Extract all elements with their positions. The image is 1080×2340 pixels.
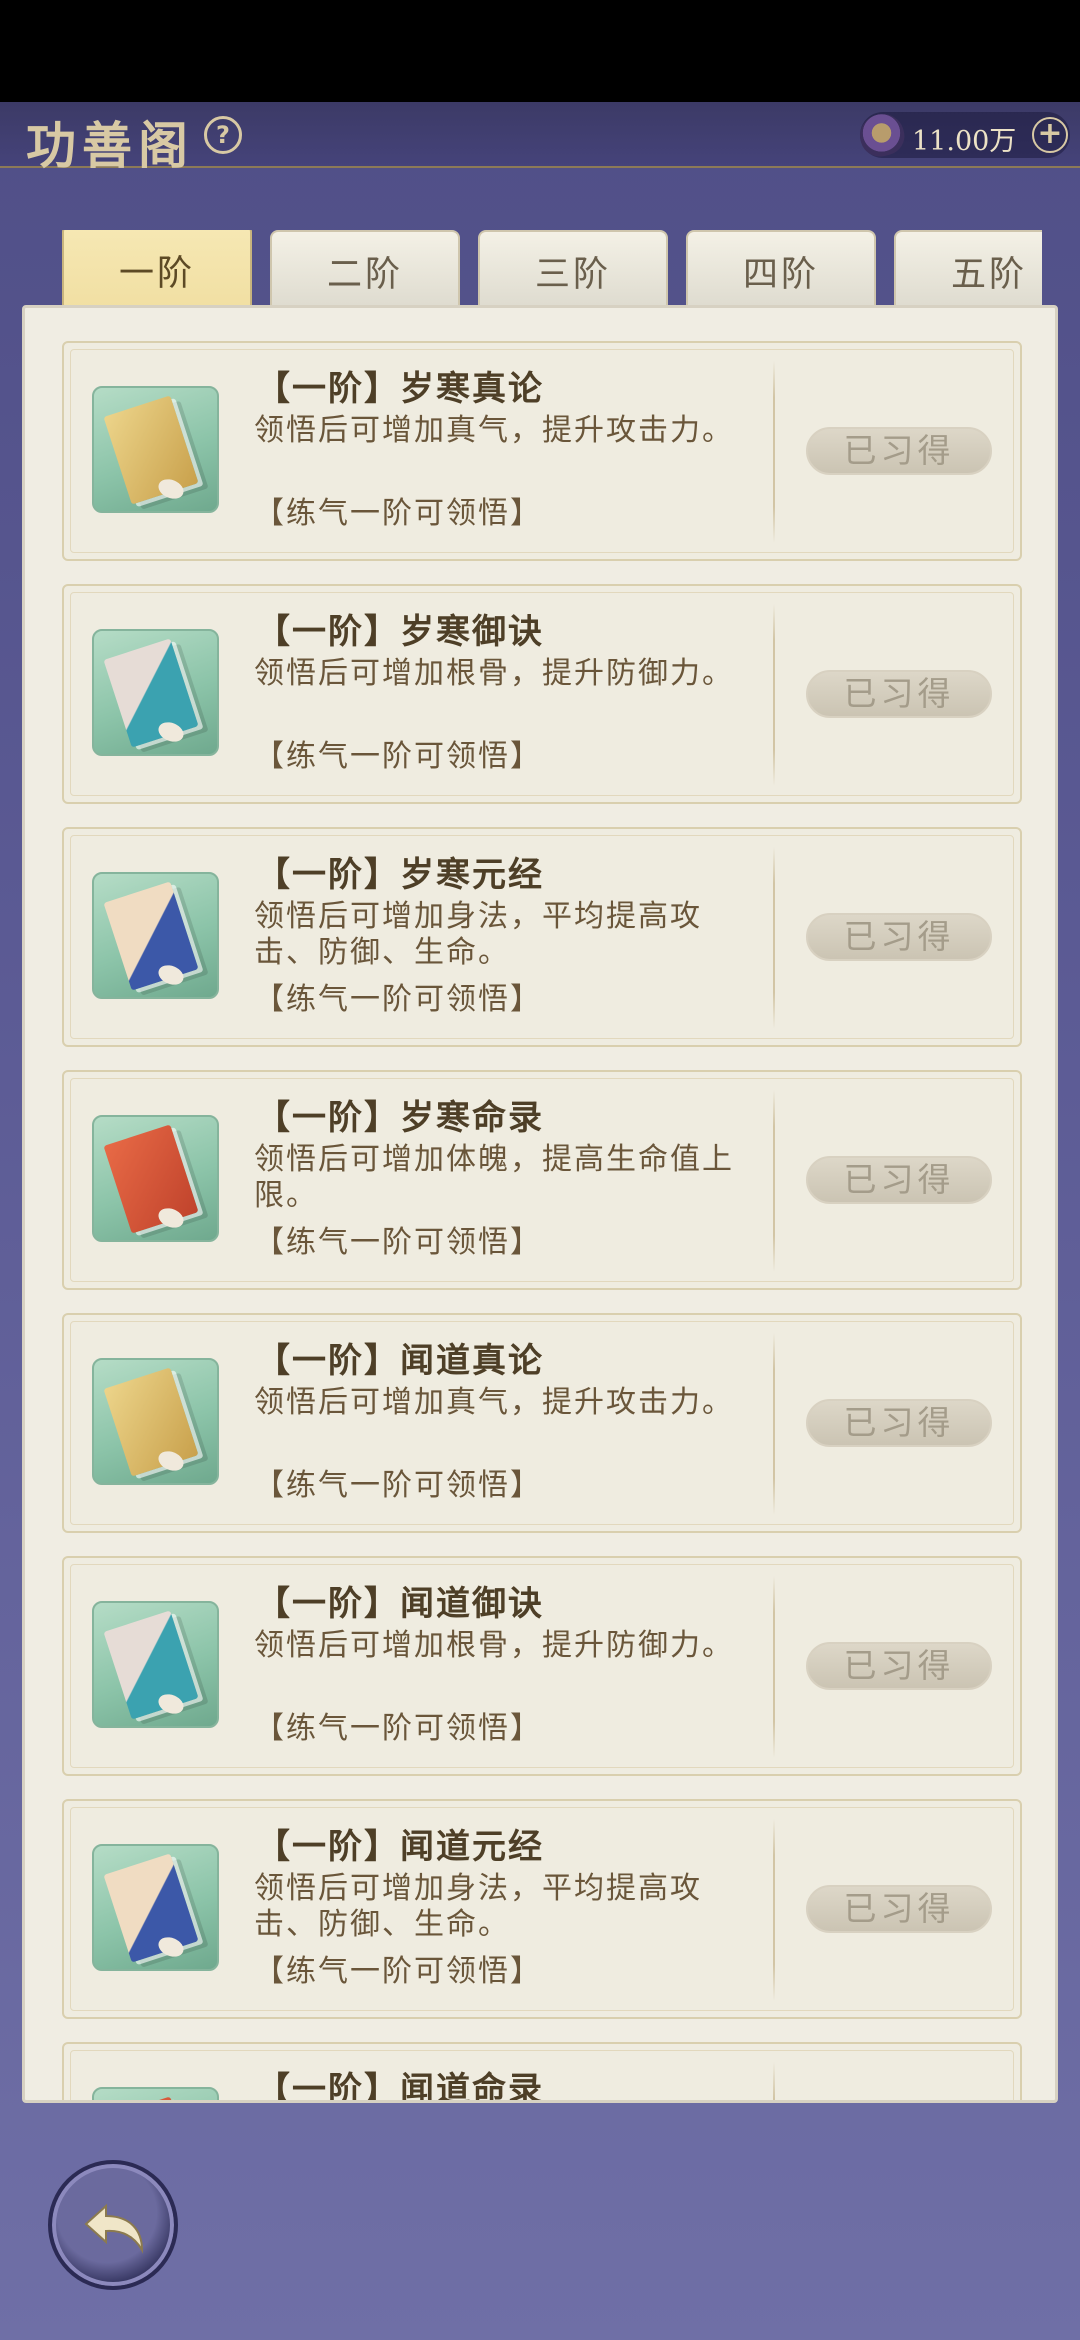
learned-button[interactable]: 已习得: [806, 1399, 992, 1447]
status-bar: [0, 0, 1080, 102]
item-requirement: 【练气一阶可领悟】: [254, 1468, 542, 1503]
list-item[interactable]: 【一阶】闻道真论 领悟后可增加真气，提升攻击力。 【练气一阶可领悟】 已习得: [62, 1313, 1022, 1533]
item-description: 领悟后可增加身法，平均提高攻击、防御、生命。: [254, 1871, 702, 1942]
back-button[interactable]: [48, 2160, 178, 2290]
divider: [773, 604, 775, 786]
title-bar: 功善阁 ? 11.00万 +: [0, 102, 1080, 175]
divider: [773, 361, 775, 543]
blue-book-icon: [92, 872, 219, 999]
item-name: 【一阶】岁寒真论: [256, 369, 544, 409]
item-description: 领悟后可增加真气，提升攻击力。: [254, 1385, 734, 1420]
divider: [773, 1576, 775, 1758]
item-requirement: 【练气一阶可领悟】: [254, 1225, 542, 1260]
tab-tier-2[interactable]: 二阶: [270, 230, 460, 308]
item-requirement: 【练气一阶可领悟】: [254, 739, 542, 774]
gold-book-icon: [92, 1358, 219, 1485]
red-book-icon: [92, 2087, 219, 2100]
currency-display: 11.00万 +: [855, 109, 1070, 161]
help-icon[interactable]: ?: [204, 116, 242, 154]
learned-button[interactable]: 已习得: [806, 1156, 992, 1204]
back-arrow-icon: [84, 2203, 144, 2254]
item-description: 领悟后可增加真气，提升攻击力。: [254, 413, 734, 448]
currency-value: 11.00万: [912, 126, 1017, 157]
list-item[interactable]: 【一阶】岁寒命录 领悟后可增加体魄，提高生命值上限。 【练气一阶可领悟】 已习得: [62, 1070, 1022, 1290]
item-description: 领悟后可增加体魄，提高生命值上限。: [254, 1142, 734, 1213]
blue-book-icon: [92, 1844, 219, 1971]
gold-book-icon: [92, 386, 219, 513]
spirit-stone-icon: [855, 109, 909, 161]
tab-tier-1[interactable]: 一阶: [62, 230, 252, 310]
tier-tabs: 一阶 二阶 三阶 四阶 五阶: [62, 230, 1042, 310]
item-name: 【一阶】闻道命录: [256, 2070, 544, 2103]
list-item[interactable]: 【一阶】闻道御诀 领悟后可增加根骨，提升防御力。 【练气一阶可领悟】 已习得: [62, 1556, 1022, 1776]
learned-button[interactable]: 已习得: [806, 913, 992, 961]
list-item[interactable]: 【一阶】闻道元经 领悟后可增加身法，平均提高攻击、防御、生命。 【练气一阶可领悟…: [62, 1799, 1022, 2019]
divider: [773, 1819, 775, 2001]
learned-button[interactable]: 已习得: [806, 1642, 992, 1690]
item-requirement: 【练气一阶可领悟】: [254, 982, 542, 1017]
divider: [773, 1090, 775, 1272]
divider: [773, 2062, 775, 2100]
item-description: 领悟后可增加根骨，提升防御力。: [254, 1628, 734, 1663]
item-description: 领悟后可增加根骨，提升防御力。: [254, 656, 734, 691]
item-requirement: 【练气一阶可领悟】: [254, 1954, 542, 1989]
item-name: 【一阶】岁寒御诀: [256, 612, 544, 652]
list-item[interactable]: 【一阶】岁寒御诀 领悟后可增加根骨，提升防御力。 【练气一阶可领悟】 已习得: [62, 584, 1022, 804]
learned-button[interactable]: 已习得: [806, 1885, 992, 1933]
page-title: 功善阁: [26, 116, 194, 175]
list-item[interactable]: 【一阶】岁寒真论 领悟后可增加真气，提升攻击力。 【练气一阶可领悟】 已习得: [62, 341, 1022, 561]
learned-button[interactable]: 已习得: [806, 427, 992, 475]
item-name: 【一阶】岁寒元经: [256, 855, 544, 895]
teal-book-icon: [92, 629, 219, 756]
teal-book-icon: [92, 1601, 219, 1728]
divider: [773, 1333, 775, 1515]
list-item[interactable]: 【一阶】闻道命录: [62, 2042, 1022, 2103]
red-book-icon: [92, 1115, 219, 1242]
tab-tier-4[interactable]: 四阶: [686, 230, 876, 308]
technique-list[interactable]: 【一阶】岁寒真论 领悟后可增加真气，提升攻击力。 【练气一阶可领悟】 已习得 【…: [22, 305, 1058, 2103]
item-name: 【一阶】闻道真论: [256, 1341, 544, 1381]
item-name: 【一阶】闻道御诀: [256, 1584, 544, 1624]
item-description: 领悟后可增加身法，平均提高攻击、防御、生命。: [254, 899, 702, 970]
add-currency-button[interactable]: +: [1032, 117, 1068, 153]
learned-button[interactable]: 已习得: [806, 670, 992, 718]
list-item[interactable]: 【一阶】岁寒元经 领悟后可增加身法，平均提高攻击、防御、生命。 【练气一阶可领悟…: [62, 827, 1022, 1047]
item-requirement: 【练气一阶可领悟】: [254, 496, 542, 531]
tab-tier-3[interactable]: 三阶: [478, 230, 668, 308]
item-name: 【一阶】闻道元经: [256, 1827, 544, 1867]
item-name: 【一阶】岁寒命录: [256, 1098, 544, 1138]
tab-tier-5[interactable]: 五阶: [894, 230, 1042, 308]
item-requirement: 【练气一阶可领悟】: [254, 1711, 542, 1746]
divider: [773, 847, 775, 1029]
